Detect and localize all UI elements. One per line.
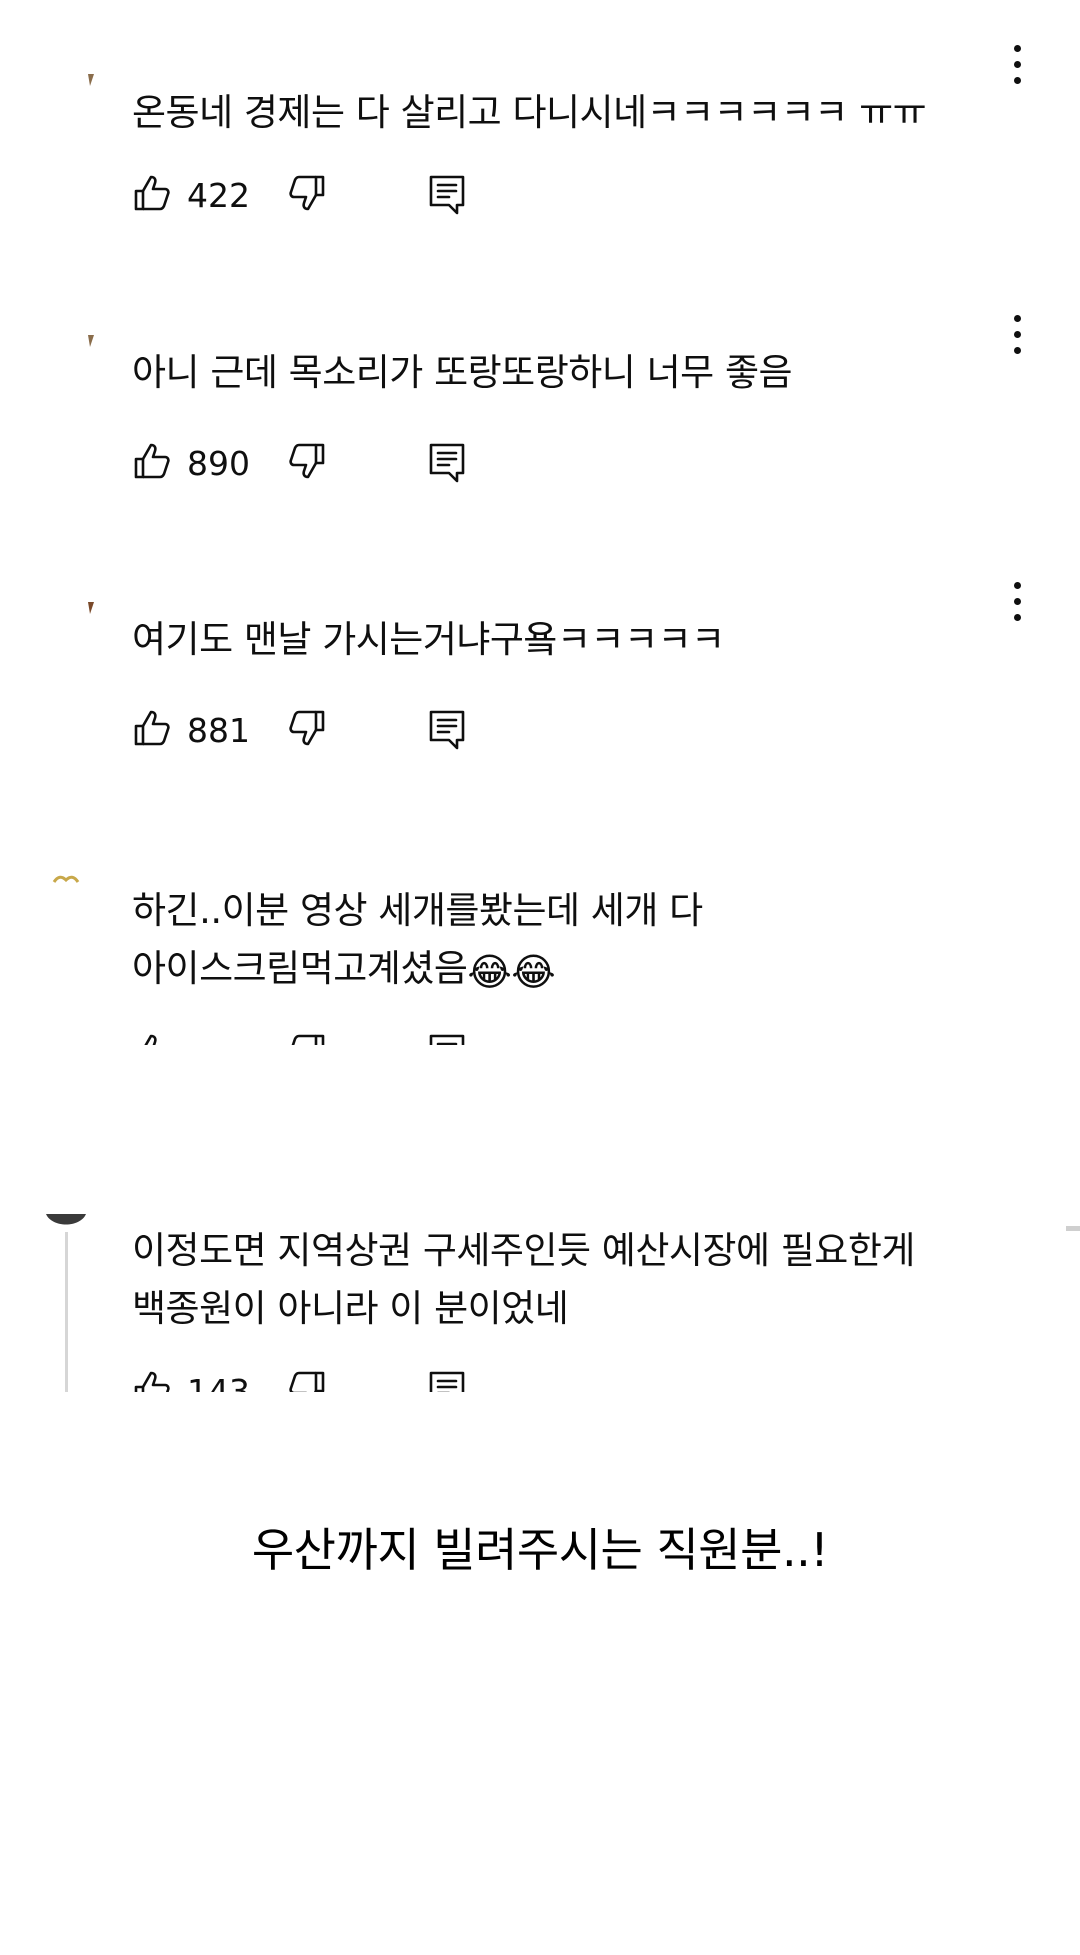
thumbs-up-icon bbox=[134, 443, 170, 479]
like-button[interactable]: 881 bbox=[132, 708, 250, 750]
reply-comment-icon bbox=[429, 443, 465, 483]
reply-comment-icon bbox=[429, 175, 465, 215]
comment-text: 온동네 경제는 다 살리고 다니시네ㅋㅋㅋㅋㅋㅋ ㅠㅠ bbox=[132, 91, 927, 134]
avatar-fragment bbox=[52, 875, 80, 883]
comment-actions: 881 bbox=[132, 708, 532, 758]
reply-comment-icon bbox=[429, 1034, 465, 1045]
avatar-fragment bbox=[88, 602, 94, 614]
more-options-button[interactable] bbox=[1002, 577, 1032, 627]
comment-text: 이정도면 지역상권 구세주인듯 예산시장에 필요한게 백종원이 아니라 이 분이… bbox=[132, 1229, 915, 1330]
more-options-button[interactable] bbox=[1002, 40, 1032, 90]
comment-4: 하긴..이분 영상 세개를봤는데 세개 다 아이스크림먹고계셨음😂😂 bbox=[0, 860, 1080, 1045]
comment-2: 아니 근데 목소리가 또랑또랑하니 너무 좋음 890 bbox=[0, 308, 1080, 508]
laughing-emoji: 😂😂 bbox=[467, 950, 556, 994]
reply-button[interactable] bbox=[427, 1369, 467, 1392]
comment-5: 이정도면 지역상권 구세주인듯 예산시장에 필요한게 백종원이 아니라 이 분이… bbox=[0, 1212, 1080, 1392]
like-count: 422 bbox=[187, 176, 250, 215]
like-count: 890 bbox=[187, 444, 250, 483]
like-button[interactable] bbox=[132, 1032, 172, 1045]
thumbs-up-icon bbox=[144, 1034, 157, 1045]
thumbs-down-icon bbox=[289, 443, 325, 479]
thumbs-down-icon bbox=[289, 1371, 325, 1392]
reply-button[interactable] bbox=[427, 708, 467, 752]
comment-text: 하긴..이분 영상 세개를봤는데 세개 다 아이스크림먹고계셨음😂😂 bbox=[132, 882, 992, 998]
caption-text: 우산까지 빌려주시는 직원분..! bbox=[251, 1523, 829, 1577]
reply-comment-icon bbox=[429, 710, 465, 750]
comment-actions: 890 bbox=[132, 441, 532, 491]
reply-button[interactable] bbox=[427, 173, 467, 217]
thumbs-up-icon bbox=[134, 175, 170, 211]
reply-button[interactable] bbox=[427, 441, 467, 485]
avatar-fragment bbox=[88, 335, 94, 347]
reply-comment-icon bbox=[429, 1371, 465, 1392]
like-count: 143 bbox=[187, 1372, 250, 1392]
dislike-button[interactable] bbox=[287, 441, 327, 481]
thumbs-up-icon bbox=[134, 1371, 170, 1392]
dislike-button[interactable] bbox=[287, 708, 327, 748]
comment-4-clip: 하긴..이분 영상 세개를봤는데 세개 다 아이스크림먹고계셨음😂😂 bbox=[0, 860, 1080, 1045]
reply-button[interactable] bbox=[427, 1032, 467, 1045]
comment-actions: 422 bbox=[132, 173, 532, 223]
like-count: 881 bbox=[187, 711, 250, 750]
avatar-fragment bbox=[88, 74, 94, 86]
comment-1: 온동네 경제는 다 살리고 다니시네ㅋㅋㅋㅋㅋㅋ ㅠㅠ 422 bbox=[0, 40, 1080, 240]
comment-text-body: 하긴..이분 영상 세개를봤는데 세개 다 아이스크림먹고계셨음 bbox=[132, 889, 703, 990]
dislike-button[interactable] bbox=[287, 173, 327, 213]
dislike-button[interactable] bbox=[287, 1032, 327, 1045]
like-button[interactable]: 422 bbox=[132, 173, 250, 215]
thumbs-down-icon bbox=[291, 1034, 325, 1045]
thumbs-down-icon bbox=[289, 175, 325, 211]
comment-text: 아니 근데 목소리가 또랑또랑하니 너무 좋음 bbox=[132, 351, 793, 394]
comment-actions: 143 bbox=[132, 1369, 532, 1392]
comment-5-clip: 이정도면 지역상권 구세주인듯 예산시장에 필요한게 백종원이 아니라 이 분이… bbox=[0, 1212, 1080, 1392]
thumbs-up-icon bbox=[134, 710, 170, 746]
comment-text: 여기도 맨날 가시는거냐구욬ㅋㅋㅋㅋㅋ bbox=[132, 618, 725, 661]
like-button[interactable]: 890 bbox=[132, 441, 250, 483]
dislike-button[interactable] bbox=[287, 1369, 327, 1392]
comment-3: 여기도 맨날 가시는거냐구욬ㅋㅋㅋㅋㅋ 881 bbox=[0, 575, 1080, 775]
thumbs-down-icon bbox=[289, 710, 325, 746]
comment-actions bbox=[132, 1032, 532, 1045]
more-options-button[interactable] bbox=[1002, 310, 1032, 360]
like-button[interactable]: 143 bbox=[132, 1369, 250, 1392]
